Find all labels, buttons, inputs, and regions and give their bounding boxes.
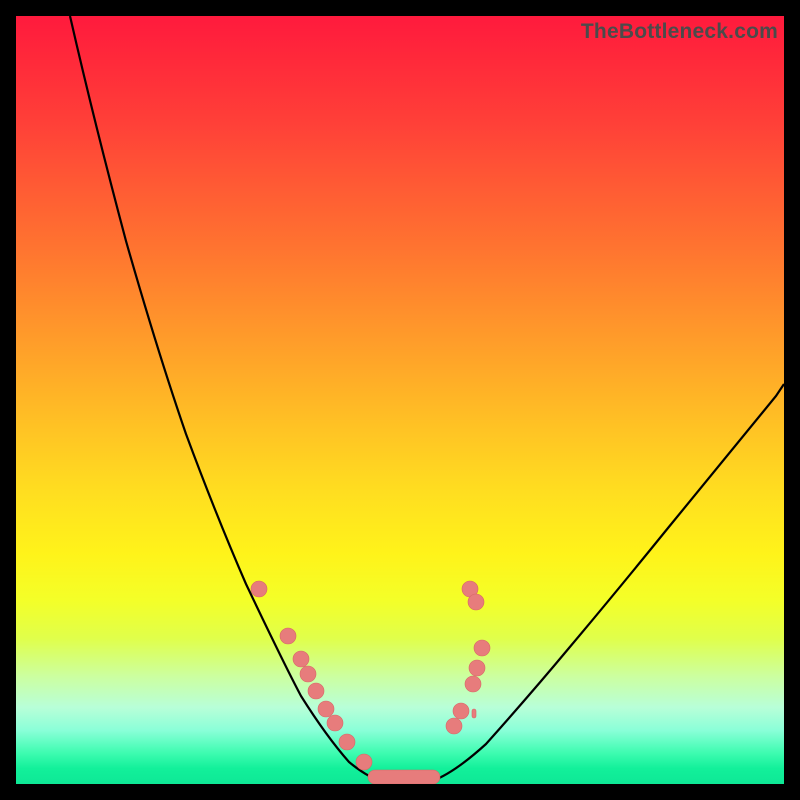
marker-left-8 bbox=[356, 754, 372, 770]
marker-left-4 bbox=[308, 683, 324, 699]
marker-right-tick bbox=[472, 709, 476, 718]
marker-right-3 bbox=[465, 676, 481, 692]
marker-left-3 bbox=[300, 666, 316, 682]
marker-left-6 bbox=[327, 715, 343, 731]
marker-right-5 bbox=[446, 718, 462, 734]
plot-area: TheBottleneck.com bbox=[16, 16, 784, 784]
marker-right-1 bbox=[474, 640, 490, 656]
marker-left-2 bbox=[293, 651, 309, 667]
marker-left-outlier-1 bbox=[251, 581, 267, 597]
chart-overlay bbox=[16, 16, 784, 784]
curve-right bbox=[432, 384, 784, 781]
marker-right-2 bbox=[469, 660, 485, 676]
curve-left bbox=[70, 16, 380, 781]
valley-pill bbox=[368, 770, 440, 784]
chart-stage: TheBottleneck.com bbox=[0, 0, 800, 800]
marker-right-top-2 bbox=[468, 594, 484, 610]
marker-left-1 bbox=[280, 628, 296, 644]
marker-left-5 bbox=[318, 701, 334, 717]
marker-right-4 bbox=[453, 703, 469, 719]
marker-left-7 bbox=[339, 734, 355, 750]
